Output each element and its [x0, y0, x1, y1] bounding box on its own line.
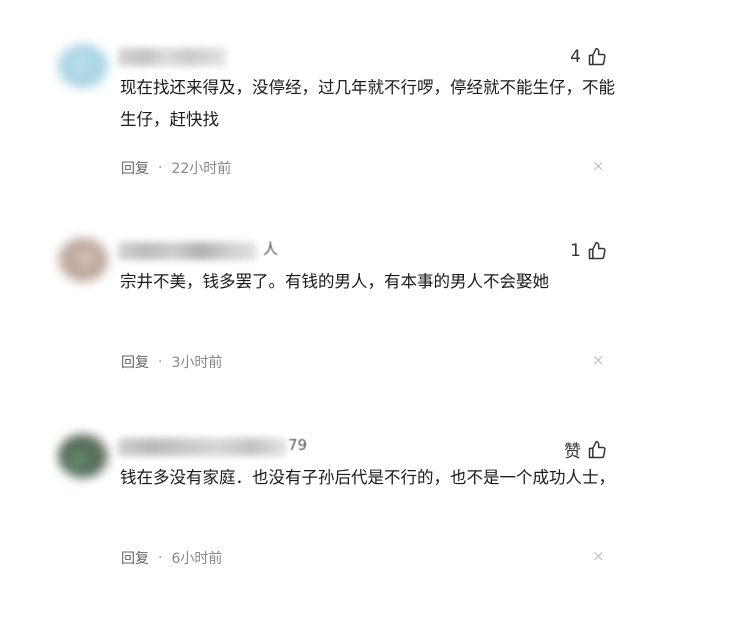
comment-text: 宗井不美，钱多罢了。有钱的男人，有本事的男人不会娶她	[120, 272, 549, 291]
thumbs-up-icon	[588, 47, 606, 66]
timestamp: 3小时前	[171, 355, 223, 371]
comment-text: 钱在多没有家庭．也没有子孙后代是不行的，也不是一个成功人士，	[120, 468, 615, 487]
username-suffix: 人	[263, 240, 279, 258]
avatar[interactable]	[58, 238, 108, 282]
like-button[interactable]: 1	[570, 241, 607, 261]
comment-meta: 回复 · 3小时前	[121, 352, 222, 372]
comment-meta: 回复 · 22小时前	[121, 158, 231, 178]
comment-item: 4 现在找还来得及，没停经，过几年就不行啰，停经就不能生仔，不能生仔，赶快找 回…	[0, 44, 753, 239]
close-icon[interactable]: ×	[592, 547, 605, 565]
comment-meta: 回复 · 6小时前	[121, 548, 222, 568]
username-blurred[interactable]	[118, 438, 286, 456]
separator-dot: ·	[158, 354, 163, 370]
close-icon[interactable]: ×	[592, 157, 605, 175]
timestamp: 6小时前	[171, 551, 223, 567]
thumbs-up-icon	[588, 440, 606, 458]
reply-button[interactable]: 回复	[121, 352, 149, 372]
avatar[interactable]	[58, 44, 108, 88]
comment-item: 79 赞 钱在多没有家庭．也没有子孙后代是不行的，也不是一个成功人士， 回复 ·…	[0, 434, 753, 629]
like-count: 4	[570, 47, 581, 67]
like-label: 赞	[564, 442, 581, 462]
close-icon[interactable]: ×	[592, 351, 605, 369]
reply-button[interactable]: 回复	[121, 548, 149, 568]
like-count: 1	[570, 241, 581, 261]
timestamp: 22小时前	[171, 161, 232, 177]
username-blurred[interactable]	[118, 242, 256, 260]
comment-text: 现在找还来得及，没停经，过几年就不行啰，停经就不能生仔，不能生仔，赶快找	[120, 78, 615, 129]
like-button[interactable]: 4	[570, 47, 607, 67]
like-button[interactable]: 赞	[564, 437, 607, 462]
thumbs-up-icon	[588, 241, 606, 260]
avatar[interactable]	[58, 434, 108, 478]
reply-button[interactable]: 回复	[121, 158, 149, 178]
separator-dot: ·	[158, 160, 163, 176]
comment-item: 人 1 宗井不美，钱多罢了。有钱的男人，有本事的男人不会娶她 回复 · 3小时前…	[0, 238, 753, 433]
username-suffix: 79	[288, 436, 308, 454]
username-blurred[interactable]	[118, 48, 226, 66]
separator-dot: ·	[158, 550, 163, 566]
